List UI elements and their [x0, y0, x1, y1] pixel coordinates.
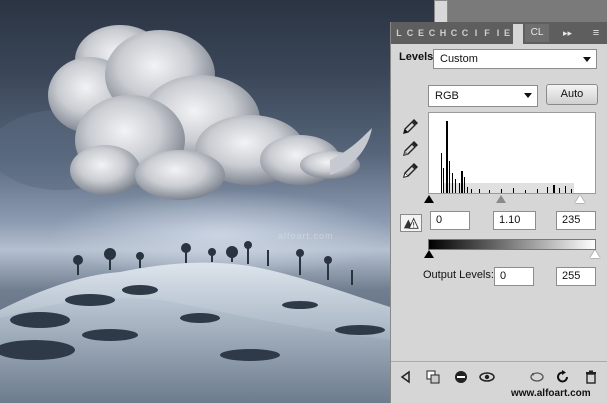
input-white-field[interactable]: 235 — [556, 211, 596, 230]
expand-panels-icon[interactable]: ▸▸ — [563, 24, 583, 42]
landscape-image — [0, 25, 437, 403]
output-white-field[interactable]: 255 — [556, 267, 596, 286]
reset-icon[interactable] — [555, 369, 571, 385]
levels-adjustment-panel: L C E C H C C I F I E CL ▸▸ ≡ Levels Cus… — [390, 22, 607, 403]
histogram — [428, 112, 596, 194]
panel-tab[interactable]: L — [395, 26, 403, 40]
auto-button[interactable]: Auto — [546, 84, 598, 105]
return-arrow-icon[interactable] — [399, 369, 415, 385]
site-url-text: www.alfoart.com — [511, 388, 591, 399]
white-eyedropper-icon[interactable] — [402, 161, 420, 179]
panel-tab[interactable]: E — [417, 26, 425, 40]
input-levels-slider[interactable] — [424, 195, 596, 205]
panel-bottom-toolbar: www.alfoart.com — [391, 361, 607, 403]
panel-tab[interactable]: C — [450, 26, 458, 40]
preset-dropdown[interactable]: Custom — [433, 49, 597, 69]
chevron-down-icon — [524, 93, 532, 98]
view-previous-icon[interactable] — [529, 369, 545, 385]
output-black-handle[interactable] — [424, 250, 434, 258]
panel-tab-active[interactable] — [513, 24, 523, 44]
output-levels-label: Output Levels: — [423, 269, 494, 281]
trash-icon[interactable] — [583, 369, 599, 385]
preset-value: Custom — [440, 53, 478, 65]
output-white-handle[interactable] — [590, 250, 600, 258]
channel-value: RGB — [435, 90, 459, 102]
panel-tab[interactable]: H — [439, 26, 447, 40]
output-levels-slider[interactable] — [424, 250, 600, 260]
panel-tab-bar: L C E C H C C I F I E CL ▸▸ ≡ — [391, 22, 607, 44]
watermark-text: alfoart.com — [278, 231, 334, 241]
input-gamma-field[interactable]: 1.10 — [493, 211, 536, 230]
panel-title: Levels — [399, 51, 434, 63]
input-black-handle[interactable] — [424, 195, 434, 203]
chevron-down-icon — [583, 57, 591, 62]
panel-tab[interactable]: C — [428, 26, 436, 40]
input-white-handle[interactable] — [575, 195, 585, 203]
panel-menu-icon[interactable]: ≡ — [587, 24, 605, 42]
panel-tab[interactable]: E — [503, 26, 511, 40]
scrollbar-thumb[interactable] — [434, 0, 448, 24]
gray-eyedropper-icon[interactable] — [402, 139, 420, 157]
panel-tab-clone[interactable]: CL — [525, 24, 549, 42]
clipping-warning-icon[interactable] — [400, 214, 422, 232]
eye-icon[interactable] — [479, 369, 495, 385]
input-gamma-handle[interactable] — [496, 195, 506, 203]
panel-tab[interactable]: C — [406, 26, 414, 40]
panel-tab[interactable]: C — [461, 26, 469, 40]
channel-dropdown[interactable]: RGB — [428, 85, 538, 107]
input-black-field[interactable]: 0 — [430, 211, 470, 230]
output-gradient-bar — [428, 239, 596, 250]
panel-tab[interactable]: I — [494, 26, 502, 40]
output-black-field[interactable]: 0 — [494, 267, 534, 286]
panel-tab[interactable]: F — [483, 26, 491, 40]
clip-to-layer-icon[interactable] — [425, 369, 441, 385]
black-eyedropper-icon[interactable] — [402, 117, 420, 135]
panel-tab[interactable]: I — [472, 26, 480, 40]
visibility-mask-icon[interactable] — [453, 369, 469, 385]
document-canvas[interactable]: alfoart.com — [0, 0, 437, 403]
